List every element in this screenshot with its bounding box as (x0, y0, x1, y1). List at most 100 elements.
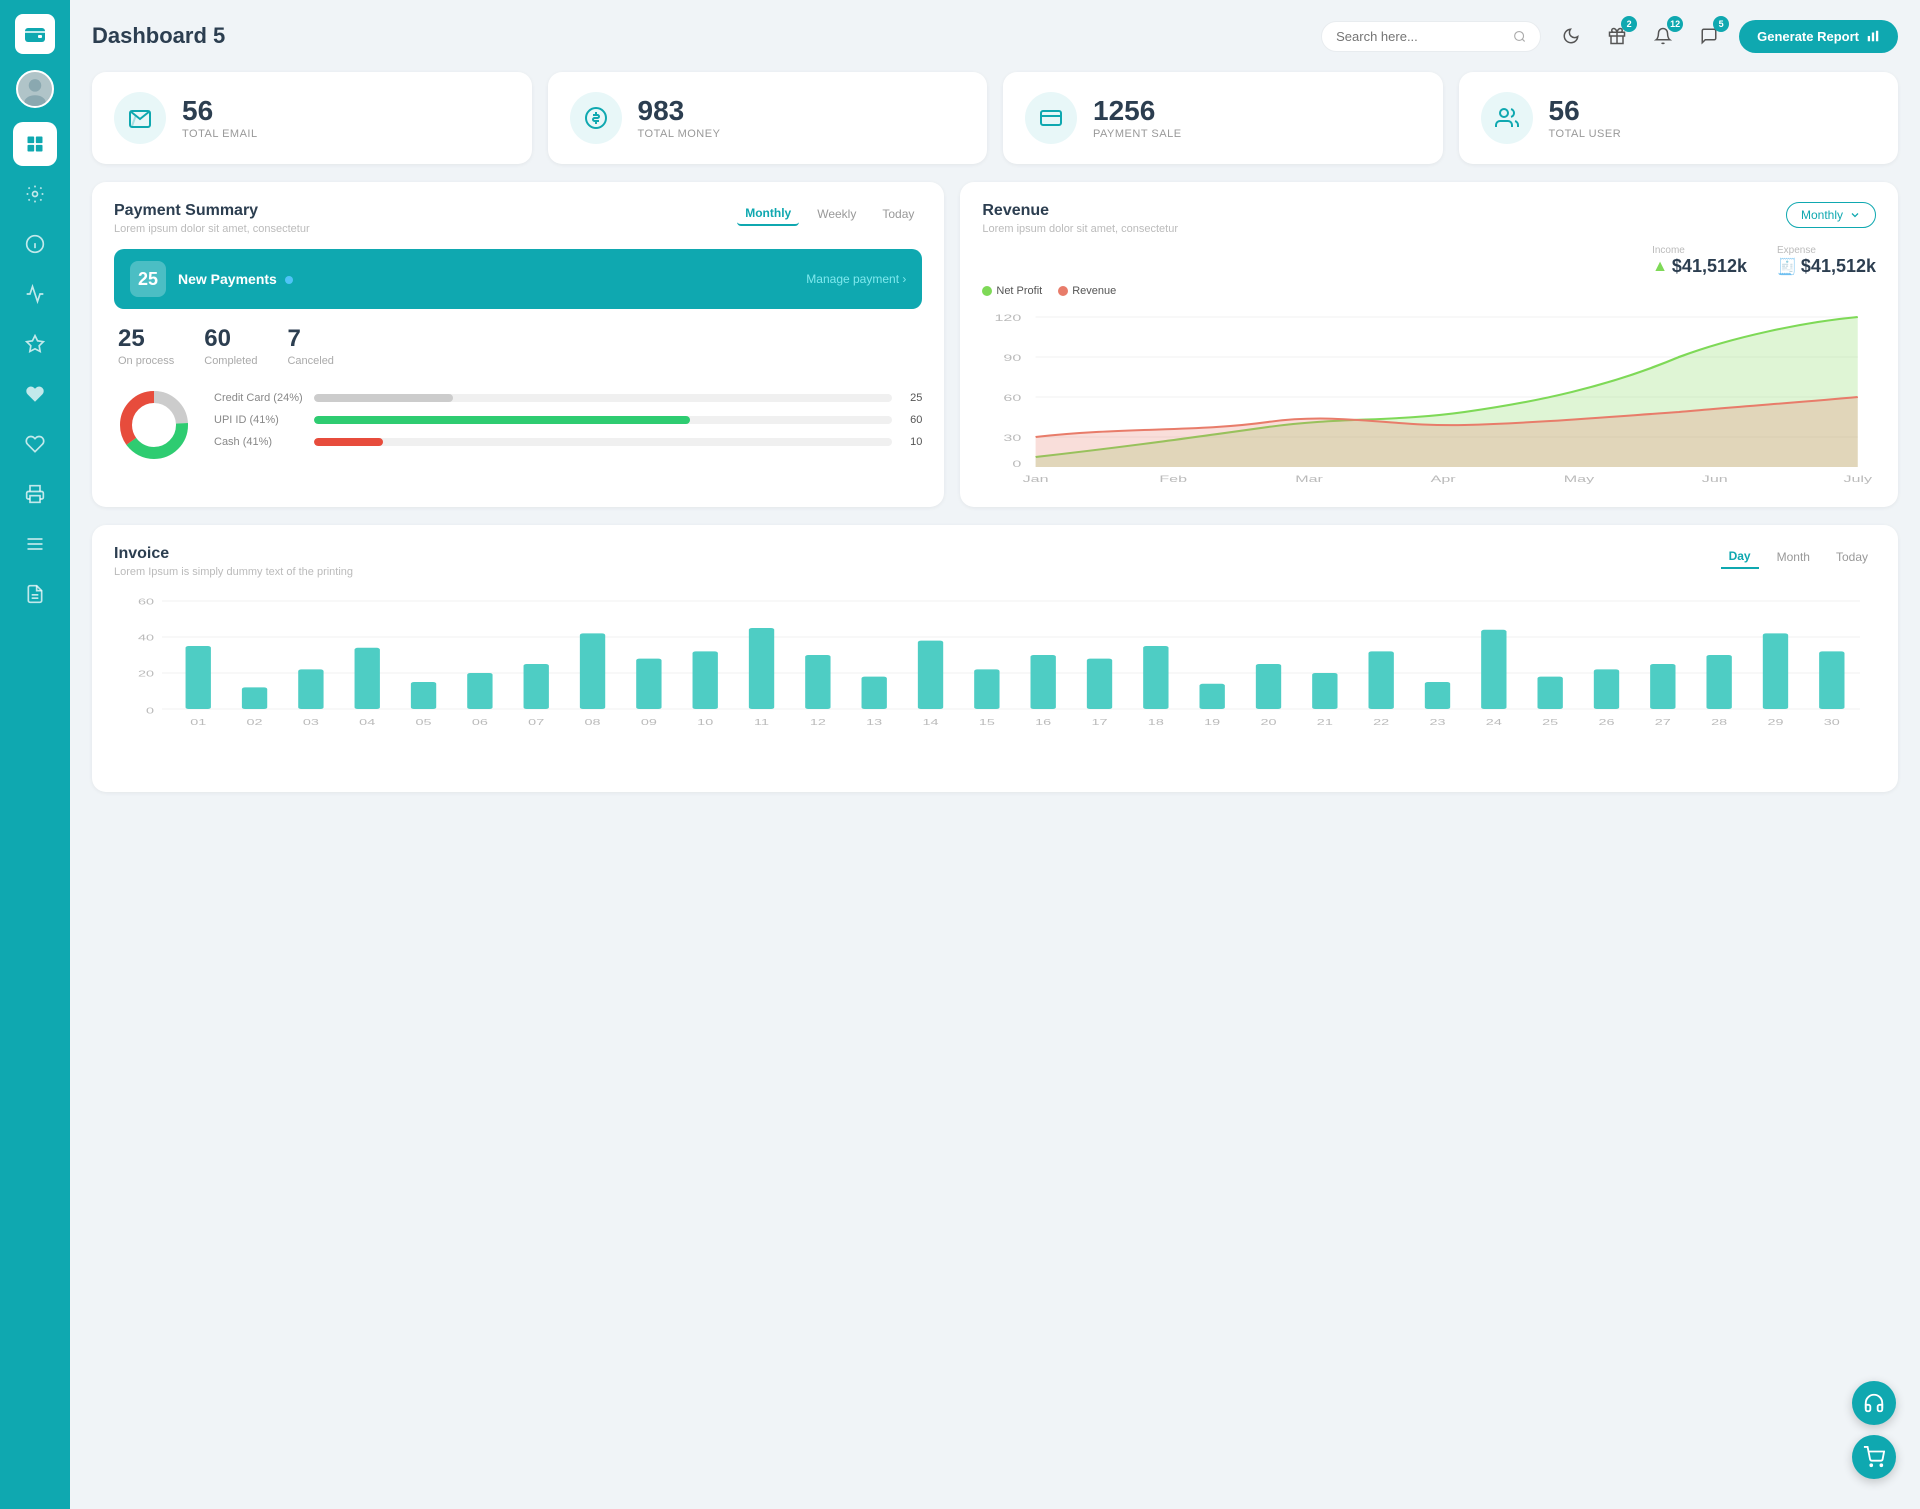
gift-btn[interactable]: 2 (1599, 18, 1635, 54)
progress-val-cash: 10 (902, 436, 922, 448)
svg-text:May: May (1564, 474, 1595, 484)
svg-text:0: 0 (1013, 459, 1022, 469)
sidebar-item-info[interactable] (13, 222, 57, 266)
svg-text:20: 20 (1260, 718, 1277, 727)
canceled-stat: 7 Canceled (287, 325, 333, 367)
on-process-value: 25 (118, 325, 174, 353)
sidebar-item-doc[interactable] (13, 572, 57, 616)
svg-text:40: 40 (138, 634, 155, 643)
svg-text:17: 17 (1091, 718, 1107, 727)
cart-icon (1863, 1446, 1885, 1468)
stat-card-payment: 1256 PAYMENT SALE (1003, 72, 1443, 164)
progress-row-credit: Credit Card (24%) 25 (214, 392, 922, 404)
payment-summary-card: Payment Summary Lorem ipsum dolor sit am… (92, 182, 944, 507)
svg-text:28: 28 (1711, 718, 1727, 727)
cart-float-btn[interactable] (1852, 1435, 1896, 1479)
money-label: TOTAL MONEY (638, 128, 721, 140)
sidebar-item-heart2[interactable] (13, 422, 57, 466)
chat-btn[interactable]: 5 (1691, 18, 1727, 54)
donut-svg (114, 385, 194, 465)
avatar[interactable] (16, 70, 54, 108)
sidebar-item-list[interactable] (13, 522, 57, 566)
progress-list: Credit Card (24%) 25 UPI ID (41%) 60 (214, 392, 922, 458)
on-process-stat: 25 On process (118, 325, 174, 367)
new-payments-label: New Payments (178, 271, 794, 287)
on-process-label: On process (118, 355, 174, 367)
manage-payment-link[interactable]: Manage payment › (806, 272, 906, 286)
invoice-chart-svg: 60 40 20 0 01020304050607080910111213141… (114, 592, 1876, 772)
svg-text:23: 23 (1429, 718, 1445, 727)
payment-stats-row: 25 On process 60 Completed 7 Canceled (114, 325, 922, 367)
svg-text:Apr: Apr (1431, 474, 1457, 484)
generate-report-button[interactable]: Generate Report (1739, 20, 1898, 53)
invoice-card: Invoice Lorem Ipsum is simply dummy text… (92, 525, 1898, 792)
svg-text:20: 20 (138, 670, 155, 679)
svg-text:03: 03 (303, 718, 319, 727)
page-title: Dashboard 5 (92, 23, 1309, 49)
svg-text:Mar: Mar (1296, 474, 1324, 484)
sidebar-item-settings[interactable] (13, 172, 57, 216)
svg-text:24: 24 (1486, 718, 1503, 727)
svg-text:06: 06 (472, 718, 488, 727)
email-label: TOTAL EMAIL (182, 128, 258, 140)
svg-text:Feb: Feb (1160, 474, 1188, 484)
svg-text:07: 07 (528, 718, 544, 727)
invoice-tab-month[interactable]: Month (1769, 546, 1818, 568)
sidebar-item-star[interactable] (13, 322, 57, 366)
completed-stat: 60 Completed (204, 325, 257, 367)
svg-text:29: 29 (1767, 718, 1783, 727)
payment-methods: Credit Card (24%) 25 UPI ID (41%) 60 (114, 385, 922, 465)
svg-text:Jun: Jun (1702, 474, 1728, 484)
revenue-chart-svg: 120 90 60 30 0 Jan Feb Mar Apr Ma (982, 307, 1876, 487)
svg-text:19: 19 (1204, 718, 1220, 727)
revenue-legend: Net Profit Revenue (982, 285, 1876, 297)
sidebar-item-print[interactable] (13, 472, 57, 516)
sidebar-item-heart[interactable] (13, 372, 57, 416)
svg-text:30: 30 (1824, 718, 1841, 727)
svg-text:10: 10 (697, 718, 714, 727)
stat-card-money: 983 TOTAL MONEY (548, 72, 988, 164)
progress-val-upi: 60 (902, 414, 922, 426)
tab-weekly[interactable]: Weekly (809, 203, 864, 225)
search-icon (1513, 29, 1526, 44)
progress-row-upi: UPI ID (41%) 60 (214, 414, 922, 426)
invoice-tabs: Day Month Today (1721, 545, 1876, 569)
progress-row-cash: Cash (41%) 10 (214, 436, 922, 448)
revenue-title: Revenue (982, 202, 1178, 220)
payment-summary-title: Payment Summary (114, 202, 310, 220)
svg-text:09: 09 (641, 718, 657, 727)
invoice-tab-today[interactable]: Today (1828, 546, 1876, 568)
bell-btn[interactable]: 12 (1645, 18, 1681, 54)
invoice-title: Invoice (114, 545, 353, 563)
email-icon (114, 92, 166, 144)
money-icon (570, 92, 622, 144)
invoice-subtitle: Lorem Ipsum is simply dummy text of the … (114, 566, 353, 578)
sidebar-item-dashboard[interactable] (13, 122, 57, 166)
invoice-tab-day[interactable]: Day (1721, 545, 1759, 569)
sidebar-logo[interactable] (15, 14, 55, 54)
donut-chart (114, 385, 194, 465)
svg-text:15: 15 (979, 718, 996, 727)
sidebar-item-chart[interactable] (13, 272, 57, 316)
search-input[interactable] (1336, 29, 1505, 44)
svg-text:25: 25 (1542, 718, 1559, 727)
canceled-value: 7 (287, 325, 333, 353)
revenue-filter-btn[interactable]: Monthly (1786, 202, 1876, 228)
headphone-icon (1863, 1392, 1885, 1414)
svg-text:05: 05 (416, 718, 433, 727)
support-float-btn[interactable] (1852, 1381, 1896, 1425)
tab-today[interactable]: Today (874, 203, 922, 225)
payment-tabs: Monthly Weekly Today (737, 202, 922, 226)
user-count: 56 (1549, 96, 1622, 127)
svg-text:0: 0 (146, 707, 155, 716)
svg-text:27: 27 (1655, 718, 1671, 727)
stat-card-email: 56 TOTAL EMAIL (92, 72, 532, 164)
search-bar[interactable] (1321, 21, 1541, 52)
tab-monthly[interactable]: Monthly (737, 202, 799, 226)
email-count: 56 (182, 96, 258, 127)
svg-text:21: 21 (1317, 718, 1333, 727)
progress-label-upi: UPI ID (41%) (214, 414, 304, 426)
theme-toggle-btn[interactable] (1553, 18, 1589, 54)
svg-text:Jan: Jan (1023, 474, 1049, 484)
svg-text:12: 12 (810, 718, 826, 727)
